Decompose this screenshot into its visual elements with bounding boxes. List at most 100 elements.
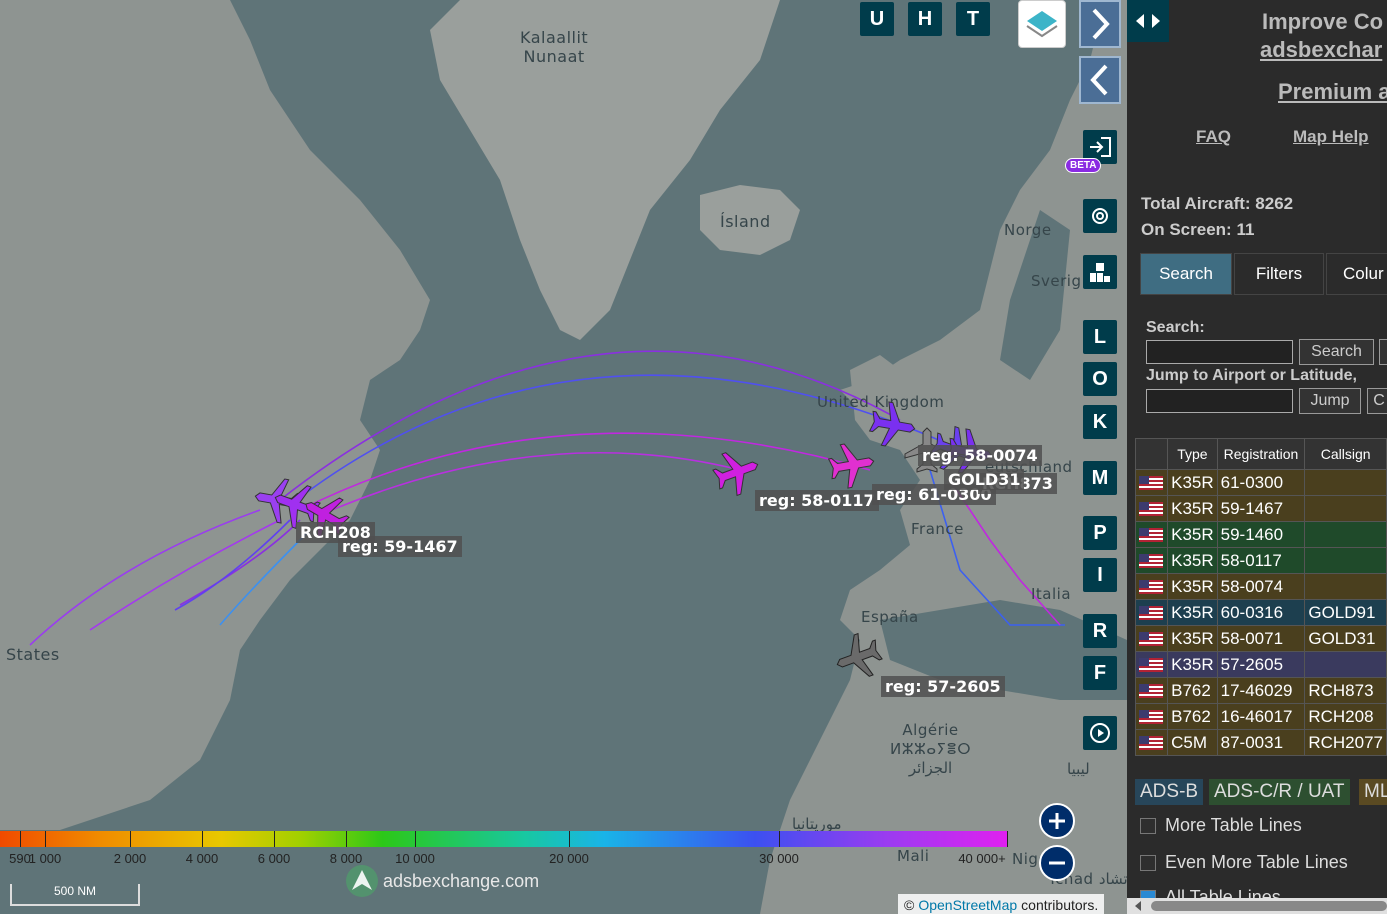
btn-t[interactable]: T xyxy=(956,2,990,36)
btn-u[interactable]: U xyxy=(860,2,894,36)
gear-icon xyxy=(1092,208,1108,224)
total-aircraft: Total Aircraft: 8262 xyxy=(1141,194,1294,213)
scrollbar-thumb[interactable] xyxy=(1151,901,1387,911)
table-row[interactable]: K35R 57-2605 xyxy=(1134,651,1387,678)
btn-p[interactable]: P xyxy=(1083,516,1117,550)
btn-k[interactable]: K xyxy=(1083,405,1117,439)
stats-button[interactable] xyxy=(1083,255,1117,289)
btn-l[interactable]: L xyxy=(1083,320,1117,354)
flag-cell xyxy=(1134,547,1169,574)
us-flag-icon xyxy=(1139,606,1163,621)
attribution-suffix: contributors. xyxy=(1021,897,1099,913)
cell-type: K35R xyxy=(1167,573,1218,600)
checkbox[interactable] xyxy=(1140,854,1156,871)
jump-input[interactable] xyxy=(1146,389,1293,413)
jump-button[interactable]: Jump xyxy=(1299,388,1361,414)
table-row[interactable]: K35R 58-0071 GOLD31 xyxy=(1134,625,1387,652)
table-row[interactable]: B762 16-46017 RCH208 xyxy=(1134,703,1387,730)
us-flag-icon xyxy=(1139,632,1163,647)
table-row[interactable]: K35R 58-0074 xyxy=(1134,573,1387,600)
cell-type: B762 xyxy=(1167,703,1218,730)
tab-filters[interactable]: Filters xyxy=(1234,253,1324,295)
zoom-in-button[interactable] xyxy=(1039,803,1075,839)
osm-link[interactable]: OpenStreetMap xyxy=(918,897,1017,913)
colorbar-tick-label: 2 000 xyxy=(113,851,147,866)
col-type[interactable]: Type xyxy=(1167,438,1218,470)
map-help-link[interactable]: Map Help xyxy=(1293,127,1369,147)
even-more-lines-option[interactable]: Even More Table Lines xyxy=(1140,852,1348,873)
more-lines-option[interactable]: More Table Lines xyxy=(1140,815,1302,836)
table-row[interactable]: K35R 61-0300 xyxy=(1134,469,1387,496)
tab-search[interactable]: Search xyxy=(1140,253,1232,295)
table-row[interactable]: K35R 60-0316 GOLD91 xyxy=(1134,599,1387,626)
col-registration[interactable]: Registration xyxy=(1216,438,1306,470)
cell-reg: 58-0117 xyxy=(1216,547,1306,574)
table-row[interactable]: K35R 59-1467 xyxy=(1134,495,1387,522)
collapse-left-button[interactable] xyxy=(1079,56,1121,104)
horizontal-scrollbar[interactable] xyxy=(1127,898,1387,914)
table-header: Type Registration Callsign xyxy=(1134,438,1387,470)
minus-icon xyxy=(1049,861,1065,865)
search-input[interactable] xyxy=(1146,340,1293,364)
table-row[interactable]: B762 17-46029 RCH873 xyxy=(1134,677,1387,704)
tab-columns[interactable]: Colur xyxy=(1326,253,1387,295)
table-row[interactable]: K35R 58-0117 xyxy=(1134,547,1387,574)
cell-type: B762 xyxy=(1167,677,1218,704)
layers-button[interactable] xyxy=(1018,0,1066,48)
btn-f[interactable]: F xyxy=(1083,656,1117,690)
checkbox[interactable] xyxy=(1140,817,1156,834)
extra-button[interactable]: C xyxy=(1367,388,1387,414)
faq-link[interactable]: FAQ xyxy=(1196,127,1231,147)
label-libya: ليبيا xyxy=(1067,760,1090,778)
cell-reg: 60-0316 xyxy=(1216,599,1306,626)
btn-i[interactable]: I xyxy=(1083,558,1117,592)
login-icon xyxy=(1090,137,1111,157)
search-button[interactable]: Search xyxy=(1299,339,1374,365)
panel-toggle-button[interactable] xyxy=(1127,0,1169,42)
btn-h[interactable]: H xyxy=(908,2,942,36)
settings-button[interactable] xyxy=(1083,199,1117,233)
replay-button[interactable] xyxy=(1083,716,1117,750)
table-row[interactable]: K35R 59-1460 xyxy=(1134,521,1387,548)
cell-type: K35R xyxy=(1167,625,1218,652)
col-callsign[interactable]: Callsign xyxy=(1304,438,1387,470)
cell-type: C5M xyxy=(1167,729,1218,756)
cell-type: K35R xyxy=(1167,651,1218,678)
replay-icon xyxy=(1090,723,1110,743)
premium-link[interactable]: Premium a xyxy=(1278,79,1387,105)
scroll-left-icon[interactable] xyxy=(1131,899,1145,913)
btn-o[interactable]: O xyxy=(1083,362,1117,396)
colorbar-tick xyxy=(20,831,21,847)
cell-call: GOLD31 xyxy=(1304,625,1387,652)
colorbar-tick-label: 20 000 xyxy=(549,851,589,866)
btn-r[interactable]: R xyxy=(1083,614,1117,648)
label-mali: Mali xyxy=(897,847,930,865)
colorbar-tick xyxy=(1007,831,1008,847)
colorbar-tick xyxy=(274,831,275,847)
colorbar-tick xyxy=(45,831,46,847)
label-italia: Italia xyxy=(1031,585,1072,603)
clear-button[interactable] xyxy=(1379,339,1387,365)
podium-icon xyxy=(1090,263,1110,282)
cell-call: RCH2077 xyxy=(1304,729,1387,756)
cell-type: K35R xyxy=(1167,547,1218,574)
expand-right-button[interactable] xyxy=(1079,0,1121,48)
aircraft-label: reg: 57-2605 xyxy=(881,676,1005,697)
label-france: France xyxy=(911,520,964,538)
arrows-horizontal-icon xyxy=(1136,14,1160,28)
cell-reg: 59-1460 xyxy=(1216,521,1306,548)
adsbx-link[interactable]: adsbexchar xyxy=(1260,37,1382,63)
improve-text: Improve Co xyxy=(1262,9,1384,34)
cell-call xyxy=(1304,547,1387,574)
cell-type: K35R xyxy=(1167,599,1218,626)
table-row[interactable]: C5M 87-0031 RCH2077 xyxy=(1134,729,1387,756)
cell-reg: 58-0074 xyxy=(1216,573,1306,600)
map-view[interactable]: Kalaallit Nunaat Ísland Norge Sverig Uni… xyxy=(0,0,1127,914)
label-island: Ísland xyxy=(720,212,771,231)
zoom-out-button[interactable] xyxy=(1039,845,1075,881)
label-espana: España xyxy=(861,608,919,626)
btn-m[interactable]: M xyxy=(1083,461,1117,495)
more-lines-label: More Table Lines xyxy=(1165,815,1302,835)
cell-reg: 16-46017 xyxy=(1216,703,1306,730)
layers-icon xyxy=(1026,11,1058,38)
